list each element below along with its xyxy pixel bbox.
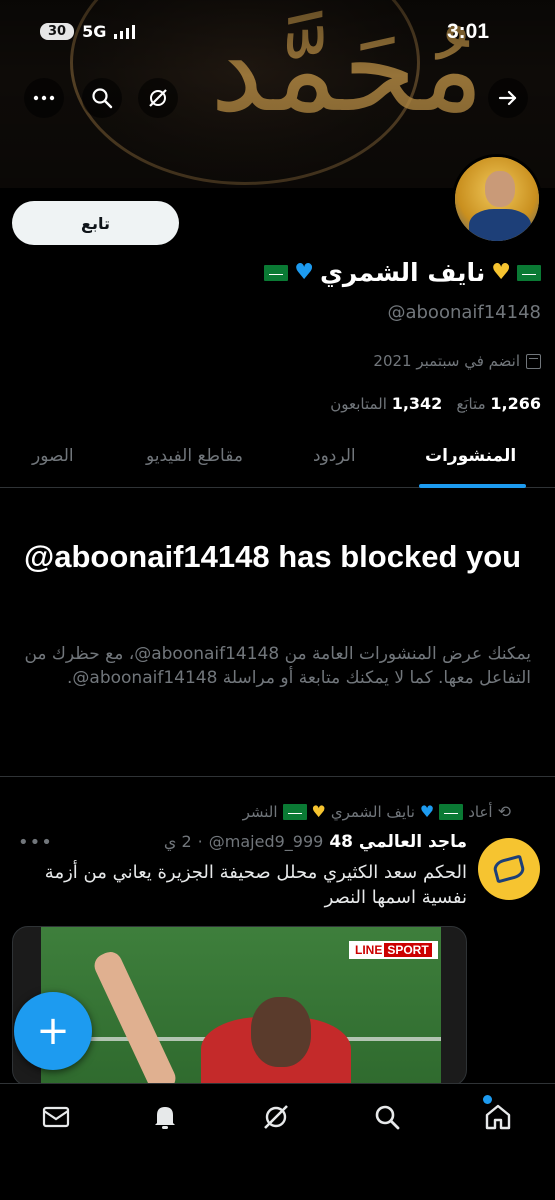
avatar[interactable] [452, 154, 542, 244]
display-name: نايف الشمري [320, 258, 486, 287]
media-image: LINE SPORT [41, 927, 441, 1085]
yellow-heart-icon: ♥ [311, 801, 326, 821]
following-label: متابَع [456, 395, 486, 413]
channel-logo-text: LINE [355, 943, 383, 957]
home-indicator-area [0, 1153, 555, 1200]
search-icon[interactable] [370, 1100, 404, 1134]
tab-videos[interactable]: مقاطع الفيديو [146, 446, 243, 466]
tab-posts[interactable]: المنشورات [425, 446, 516, 466]
clock: 3:01 [446, 20, 489, 43]
messages-icon[interactable] [39, 1100, 73, 1134]
profile-tabs: المنشورات الردود مقاطع الفيديو الصور [0, 430, 555, 488]
followers-count: 1,342 [391, 394, 443, 413]
followers-label: المتابعون [330, 395, 387, 413]
battery-indicator: 30 [40, 23, 75, 40]
follow-stats: 1,266 متابَع 1,342 المتابعون [14, 394, 541, 413]
arrow-right-icon[interactable] [488, 78, 528, 118]
repost-label: أعاد [468, 802, 493, 821]
channel-logo-suffix: SPORT [384, 943, 432, 957]
notifications-icon[interactable] [148, 1100, 182, 1134]
repost-name: نايف الشمري [330, 802, 415, 821]
more-icon[interactable] [24, 78, 64, 118]
divider [0, 776, 555, 777]
saudi-flag-icon [282, 803, 307, 820]
tweet-more-icon[interactable]: ••• [18, 832, 53, 853]
following-count: 1,266 [490, 394, 541, 413]
tweet-header: ماجد العالمي 48 @majed9_999 · 2 ي [163, 832, 467, 852]
notification-dot [483, 1095, 492, 1104]
following-stat[interactable]: 1,266 متابَع [456, 394, 541, 413]
grok-icon[interactable] [138, 78, 178, 118]
bottom-nav [0, 1083, 555, 1153]
blocked-title: @aboonaif14148 has blocked you [24, 539, 522, 574]
blue-heart-icon: ♥ [294, 259, 314, 285]
saudi-flag-icon [439, 803, 464, 820]
joined-date: انضم في سبتمبر 2021 [14, 352, 541, 370]
tab-replies[interactable]: الردود [313, 446, 356, 466]
profile-top-nav [0, 78, 555, 118]
tweet-time: 2 ي [163, 832, 192, 851]
tweet-author-handle[interactable]: @majed9_999 [209, 832, 324, 851]
signal-icon [114, 24, 136, 39]
saudi-flag-icon [517, 264, 541, 281]
calendar-icon [526, 353, 541, 369]
status-bar: 30 5G 3:01 [0, 20, 555, 52]
joined-text: انضم في سبتمبر 2021 [373, 352, 520, 370]
repost-context[interactable]: ⟲ أعاد ♥ نايف الشمري ♥ النشر [243, 802, 511, 821]
tab-photos[interactable]: الصور [32, 446, 74, 466]
network-type: 5G [82, 22, 107, 41]
active-tab-indicator [419, 484, 526, 488]
home-icon[interactable] [481, 1100, 515, 1134]
saudi-flag-icon [264, 264, 289, 281]
tweet-text: الحكم سعد الكثيري محلل صحيفة الجزيرة يعا… [44, 862, 467, 909]
display-name-row: ♥ نايف الشمري ♥ [14, 258, 541, 287]
compose-button[interactable]: + [14, 992, 92, 1070]
follow-button[interactable]: تابع [12, 201, 179, 245]
repost-icon: ⟲ [497, 802, 511, 821]
tweet-author-avatar[interactable] [478, 838, 540, 900]
followers-stat[interactable]: 1,342 المتابعون [330, 394, 442, 413]
handle: @aboonaif14148 [387, 302, 541, 323]
yellow-heart-icon: ♥ [491, 259, 511, 285]
blue-heart-icon: ♥ [419, 801, 435, 821]
tweet-author-name[interactable]: ماجد العالمي 48 [329, 832, 467, 852]
grok-icon[interactable] [259, 1100, 293, 1134]
search-icon[interactable] [82, 78, 122, 118]
repost-suffix: النشر [242, 802, 278, 821]
channel-logo: LINE SPORT [349, 941, 438, 959]
blocked-description: يمكنك عرض المنشورات العامة من ‎@aboonaif… [24, 644, 531, 689]
